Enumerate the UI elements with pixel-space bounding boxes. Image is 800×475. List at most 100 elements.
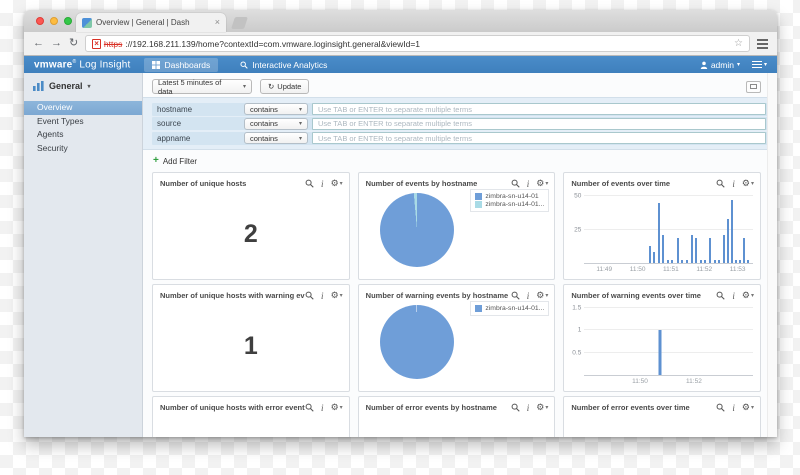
widget-settings-icon[interactable]: ⚙ ▾: [536, 402, 548, 413]
widget-search-icon[interactable]: [716, 403, 726, 412]
tab-interactive-analytics[interactable]: Interactive Analytics: [232, 58, 335, 72]
widget-search-icon[interactable]: [716, 179, 726, 188]
browser-window: Overview | General | Dash × ← → ↻ × http…: [24, 10, 777, 437]
widget-info-icon[interactable]: i: [321, 403, 324, 413]
widget-info-icon[interactable]: i: [732, 291, 735, 301]
widget-search-icon[interactable]: [716, 291, 726, 300]
time-range-select[interactable]: Latest 5 minutes of data ▾: [152, 78, 252, 96]
add-filter-button[interactable]: + Add Filter: [143, 150, 777, 168]
bar: [685, 260, 688, 263]
widget-title: Number of warning events over time: [571, 291, 701, 300]
filter-panel: hostname contains▾ source contains▾ appn…: [143, 97, 777, 150]
widget-settings-icon[interactable]: ⚙ ▾: [331, 402, 343, 413]
toolbar: Latest 5 minutes of data ▾ ↻ Update: [143, 73, 777, 97]
metric-value: 1: [243, 331, 258, 360]
bar: [690, 234, 693, 263]
bar-chart: 0.5 1 1.5 11:50 11:52: [564, 301, 760, 391]
filter-value-input[interactable]: [312, 132, 766, 144]
app-menu[interactable]: ▾: [751, 59, 767, 70]
scrollbar-track[interactable]: [767, 73, 777, 437]
x-axis-tick: 11:52: [686, 378, 702, 385]
forward-icon[interactable]: →: [51, 38, 62, 49]
widget-settings-icon[interactable]: ⚙ ▾: [331, 178, 343, 189]
user-menu[interactable]: admin ▾: [700, 60, 740, 70]
widget-title: Number of error events over time: [571, 403, 690, 412]
minimize-window-button[interactable]: [50, 17, 58, 25]
sidebar-item-security[interactable]: Security: [24, 142, 142, 156]
widget-info-icon[interactable]: i: [527, 403, 530, 413]
bar-chart-icon: [33, 81, 44, 91]
widget-search-icon[interactable]: [305, 291, 314, 300]
widget-settings-icon[interactable]: ⚙ ▾: [742, 290, 754, 301]
widget-info-icon[interactable]: i: [732, 179, 735, 189]
browser-address-bar: ← → ↻ × https://192.168.211.139/home?con…: [24, 32, 777, 56]
certificate-error-icon[interactable]: ×: [92, 38, 101, 49]
tab-close-icon[interactable]: ×: [215, 18, 220, 27]
widget-title: Number of error events by hostname: [365, 403, 497, 412]
filter-value-input[interactable]: [312, 103, 766, 115]
dashboard-group-dropdown[interactable]: General ▾: [24, 73, 142, 101]
filter-value-input[interactable]: [312, 117, 766, 130]
widget-settings-icon[interactable]: ⚙ ▾: [536, 178, 548, 189]
widget-settings-icon[interactable]: ⚙ ▾: [536, 290, 548, 301]
operator-caret-icon: ▾: [298, 106, 302, 113]
legend: zimbra-sn-u14-01 zimbra-sn-u14-01...: [470, 189, 550, 212]
widget-info-icon[interactable]: i: [321, 291, 324, 301]
widget-unique-hosts-error: Number of unique hosts with error events…: [152, 396, 350, 437]
widget-settings-icon[interactable]: ⚙ ▾: [331, 290, 343, 301]
sidebar-item-event-types[interactable]: Event Types: [24, 115, 142, 129]
bar: [658, 202, 661, 263]
widget-error-events-by-hostname: Number of error events by hostname i ⚙ ▾: [357, 396, 556, 437]
widget-info-icon[interactable]: i: [321, 179, 324, 189]
browser-tab[interactable]: Overview | General | Dash ×: [76, 13, 226, 32]
widget-search-icon[interactable]: [305, 403, 314, 412]
widget-info-icon[interactable]: i: [527, 291, 530, 301]
bar: [726, 218, 729, 263]
url-field[interactable]: × https://192.168.211.139/home?contextId…: [85, 35, 750, 52]
widget-info-icon[interactable]: i: [527, 179, 530, 189]
operator-select[interactable]: contains ▾: [244, 103, 308, 115]
widget-title: Number of unique hosts: [160, 179, 247, 188]
browser-menu-icon[interactable]: [757, 37, 768, 51]
operator-select[interactable]: contains ▾: [244, 132, 308, 144]
widget-info-icon[interactable]: i: [732, 403, 735, 413]
bar: [704, 260, 707, 263]
bar: [649, 245, 652, 263]
toggle-chart-panel-button[interactable]: [746, 80, 761, 93]
legend-swatch: [475, 305, 483, 312]
sidebar-item-agents[interactable]: Agents: [24, 128, 142, 142]
bar: [735, 260, 738, 263]
bar: [680, 260, 683, 263]
close-window-button[interactable]: [36, 17, 44, 25]
reload-icon[interactable]: ↻: [69, 38, 78, 49]
widget-search-icon[interactable]: [511, 403, 520, 412]
operator-caret-icon: ▾: [298, 121, 302, 127]
bar: [658, 330, 662, 375]
update-button[interactable]: ↻ Update: [260, 79, 310, 94]
tab-dashboards[interactable]: Dashboards: [144, 57, 219, 72]
widget-events-by-hostname: Number of events by hostname i ⚙ ▾ zimbra-…: [357, 172, 556, 280]
widget-search-icon[interactable]: [511, 291, 520, 300]
widget-search-icon[interactable]: [511, 179, 520, 188]
operator-select[interactable]: contains ▾: [244, 117, 308, 130]
new-tab-button[interactable]: [231, 17, 248, 29]
sidebar-item-overview[interactable]: Overview: [24, 101, 142, 115]
widget-search-icon[interactable]: [305, 179, 314, 188]
widget-grid: Number of unique hosts i ⚙ ▾ 2 Number of e…: [152, 172, 761, 437]
bar: [731, 200, 734, 263]
back-icon[interactable]: ←: [33, 38, 44, 49]
dashboards-grid-icon: [152, 60, 161, 69]
pie-disc: [379, 193, 454, 267]
browser-tab-bar: Overview | General | Dash ×: [24, 10, 777, 32]
bar: [667, 260, 670, 263]
x-axis-tick: 11:51: [662, 266, 679, 273]
legend-label: zimbra-sn-u14-01...: [485, 201, 545, 208]
widget-settings-icon[interactable]: ⚙ ▾: [742, 402, 754, 413]
bar: [746, 260, 749, 263]
user-menu-caret-icon: ▾: [736, 62, 740, 68]
legend-label: zimbra-sn-u14-01...: [485, 305, 545, 312]
widget-settings-icon[interactable]: ⚙ ▾: [742, 178, 754, 189]
y-axis-tick: 50: [574, 192, 582, 200]
zoom-window-button[interactable]: [64, 17, 72, 25]
bookmark-star-icon[interactable]: ☆: [734, 38, 743, 49]
